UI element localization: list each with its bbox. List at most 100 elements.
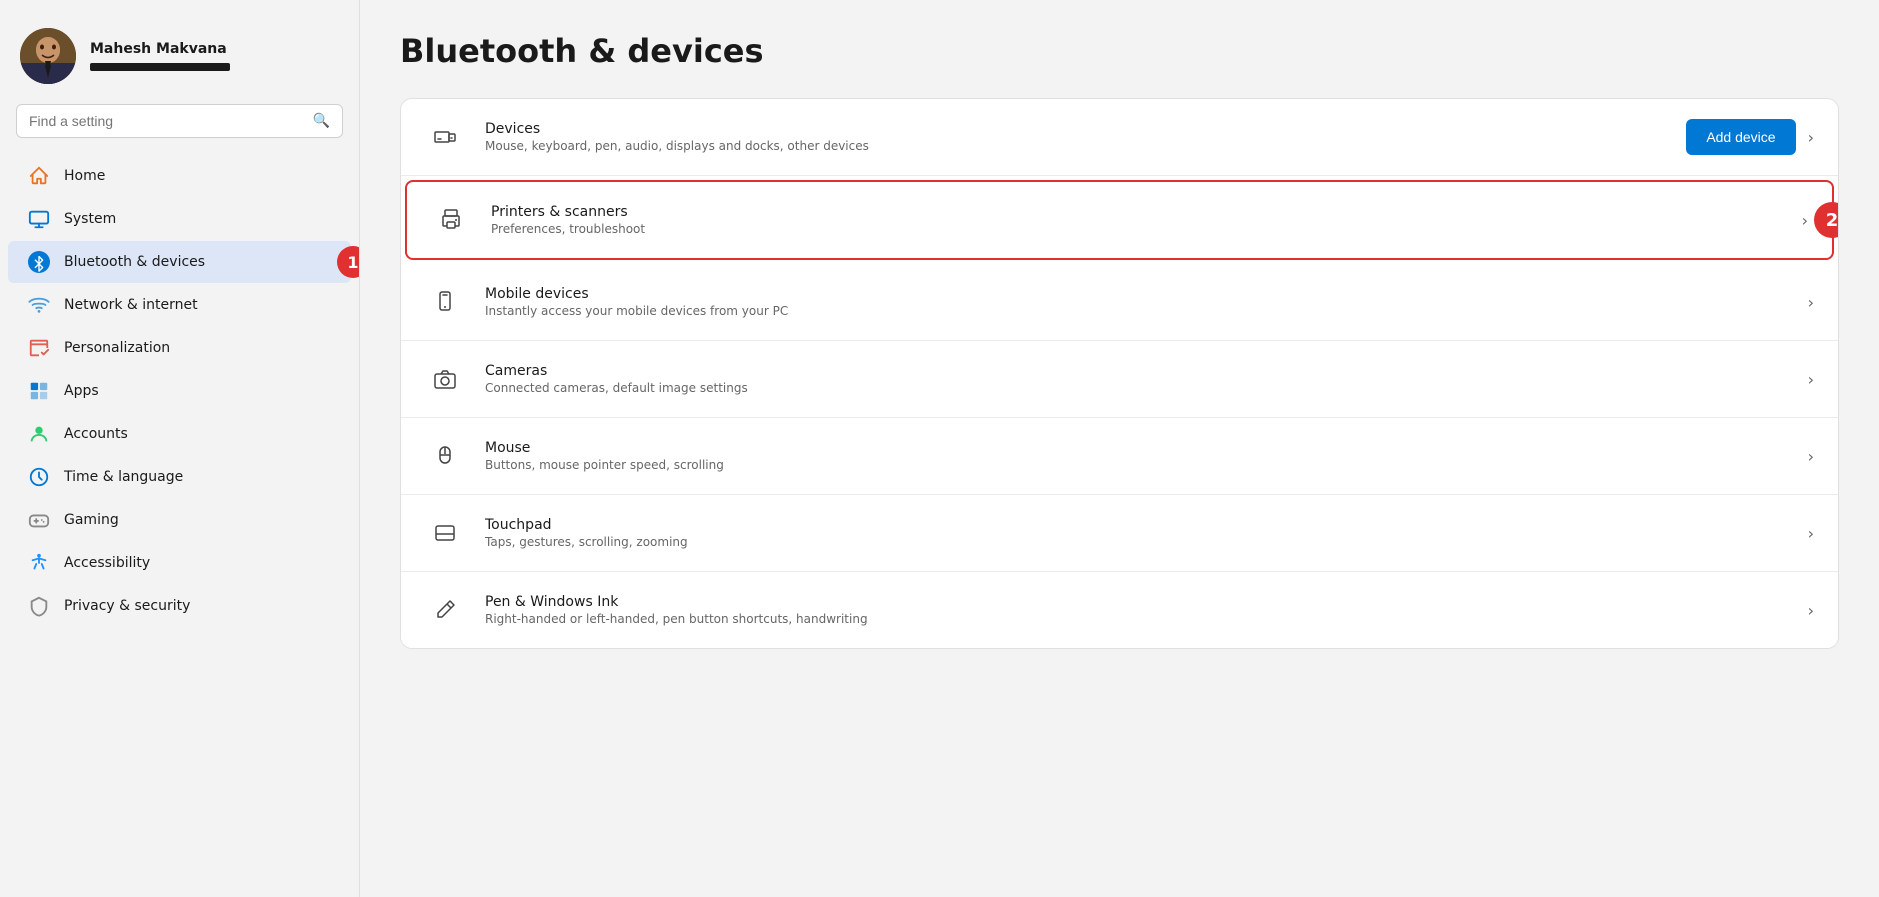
- nav-item-wrapper: Network & internet: [0, 284, 359, 326]
- nav-list: Home SystemBluetooth & devices1 Network & …: [0, 154, 359, 628]
- sidebar-item-privacy[interactable]: Privacy & security: [8, 585, 351, 627]
- sidebar-item-personalization[interactable]: Personalization: [8, 327, 351, 369]
- item-text-group: Devices Mouse, keyboard, pen, audio, disp…: [485, 121, 1666, 153]
- sidebar-item-label: Gaming: [64, 512, 119, 528]
- item-text-group: Pen & Windows Ink Right-handed or left-ha…: [485, 594, 1788, 626]
- chevron-right-icon: ›: [1802, 211, 1808, 230]
- chevron-right-icon: ›: [1808, 293, 1814, 312]
- user-info: Mahesh Makvana: [90, 41, 230, 71]
- avatar-image: [20, 28, 76, 84]
- chevron-right-icon: ›: [1808, 447, 1814, 466]
- settings-item-mobile[interactable]: Mobile devices Instantly access your mobi…: [401, 264, 1838, 341]
- sidebar-item-gaming[interactable]: Gaming: [8, 499, 351, 541]
- sidebar-item-label: Apps: [64, 383, 99, 399]
- settings-item-cameras[interactable]: CamerasConnected cameras, default image …: [401, 341, 1838, 418]
- item-desc: Preferences, troubleshoot: [491, 222, 1782, 236]
- item-title: Touchpad: [485, 517, 1788, 533]
- item-title: Cameras: [485, 363, 1788, 379]
- printer-icon: [431, 200, 471, 240]
- bluetooth-icon: [28, 251, 50, 273]
- user-status-bar: [90, 63, 230, 71]
- user-profile: Mahesh Makvana: [0, 16, 359, 104]
- sidebar-item-label: Time & language: [64, 469, 183, 485]
- accessibility-icon: [28, 552, 50, 574]
- settings-item-pen[interactable]: Pen & Windows Ink Right-handed or left-ha…: [401, 572, 1838, 648]
- nav-item-wrapper: Accessibility: [0, 542, 359, 584]
- item-actions: ›: [1802, 211, 1808, 230]
- item-title: Printers & scanners: [491, 204, 1782, 220]
- item-text-group: CamerasConnected cameras, default image …: [485, 363, 1788, 395]
- settings-list: Devices Mouse, keyboard, pen, audio, disp…: [400, 98, 1839, 649]
- nav-item-wrapper: Time & language: [0, 456, 359, 498]
- nav-item-wrapper: Apps: [0, 370, 359, 412]
- sidebar-item-label: Accounts: [64, 426, 128, 442]
- search-input[interactable]: [29, 113, 305, 129]
- item-title: Mobile devices: [485, 286, 1788, 302]
- time-icon: [28, 466, 50, 488]
- chevron-right-icon: ›: [1808, 370, 1814, 389]
- apps-icon: [28, 380, 50, 402]
- mouse-icon: [425, 436, 465, 476]
- gaming-icon: [28, 509, 50, 531]
- privacy-icon: [28, 595, 50, 617]
- item-text-group: Mobile devices Instantly access your mobi…: [485, 286, 1788, 318]
- home-icon: [28, 165, 50, 187]
- sidebar: Mahesh Makvana 🔍 HomeSystemBluetooth & d…: [0, 0, 360, 897]
- avatar: [20, 28, 76, 84]
- sidebar-item-system[interactable]: System: [8, 198, 351, 240]
- item-title: Devices: [485, 121, 1666, 137]
- chevron-right-icon: ›: [1808, 128, 1814, 147]
- sidebar-item-label: Accessibility: [64, 555, 150, 571]
- touchpad-icon: [425, 513, 465, 553]
- sidebar-item-label: Home: [64, 168, 105, 184]
- item-text-group: Mouse Buttons, mouse pointer speed, scrol…: [485, 440, 1788, 472]
- item-title: Mouse: [485, 440, 1788, 456]
- personalization-icon: [28, 337, 50, 359]
- sidebar-item-accessibility[interactable]: Accessibility: [8, 542, 351, 584]
- chevron-right-icon: ›: [1808, 524, 1814, 543]
- item-actions: ›: [1808, 293, 1814, 312]
- camera-icon: [425, 359, 465, 399]
- network-icon: [28, 294, 50, 316]
- page-title: Bluetooth & devices: [400, 32, 1839, 70]
- nav-item-wrapper: Bluetooth & devices1: [0, 241, 359, 283]
- user-name: Mahesh Makvana: [90, 41, 230, 57]
- add-device-button[interactable]: Add device: [1686, 119, 1795, 155]
- item-actions: ›: [1808, 601, 1814, 620]
- sidebar-item-accounts[interactable]: Accounts: [8, 413, 351, 455]
- search-icon: 🔍: [313, 113, 330, 129]
- annotation-badge-2: 2: [1814, 202, 1839, 238]
- mobile-icon: [425, 282, 465, 322]
- sidebar-item-home[interactable]: Home: [8, 155, 351, 197]
- nav-item-wrapper: System: [0, 198, 359, 240]
- settings-item-touchpad[interactable]: TouchpadTaps, gestures, scrolling, zoomi…: [401, 495, 1838, 572]
- sidebar-item-label: Network & internet: [64, 297, 198, 313]
- main-content: Bluetooth & devices Devices Mouse, keyboa…: [360, 0, 1879, 897]
- nav-item-wrapper: Personalization: [0, 327, 359, 369]
- accounts-icon: [28, 423, 50, 445]
- item-desc: Buttons, mouse pointer speed, scrolling: [485, 458, 1788, 472]
- system-icon: [28, 208, 50, 230]
- nav-item-wrapper: Gaming: [0, 499, 359, 541]
- settings-item-mouse[interactable]: Mouse Buttons, mouse pointer speed, scrol…: [401, 418, 1838, 495]
- sidebar-item-label: Personalization: [64, 340, 170, 356]
- sidebar-item-apps[interactable]: Apps: [8, 370, 351, 412]
- sidebar-item-bluetooth[interactable]: Bluetooth & devices: [8, 241, 351, 283]
- pen-icon: [425, 590, 465, 630]
- sidebar-item-network[interactable]: Network & internet: [8, 284, 351, 326]
- item-actions: ›: [1808, 524, 1814, 543]
- devices-icon: [425, 117, 465, 157]
- nav-item-wrapper: Accounts: [0, 413, 359, 455]
- sidebar-item-time[interactable]: Time & language: [8, 456, 351, 498]
- settings-item-printers[interactable]: Printers & scanners Preferences, troubles…: [405, 180, 1834, 260]
- item-text-group: Printers & scanners Preferences, troubles…: [491, 204, 1782, 236]
- item-actions: ›: [1808, 447, 1814, 466]
- item-desc: Mouse, keyboard, pen, audio, displays an…: [485, 139, 1666, 153]
- settings-item-devices[interactable]: Devices Mouse, keyboard, pen, audio, disp…: [401, 99, 1838, 176]
- search-box[interactable]: 🔍: [16, 104, 343, 138]
- item-desc: Right-handed or left-handed, pen button …: [485, 612, 1788, 626]
- item-title: Pen & Windows Ink: [485, 594, 1788, 610]
- item-desc: Instantly access your mobile devices fro…: [485, 304, 1788, 318]
- sidebar-item-label: Bluetooth & devices: [64, 254, 205, 270]
- sidebar-item-label: Privacy & security: [64, 598, 190, 614]
